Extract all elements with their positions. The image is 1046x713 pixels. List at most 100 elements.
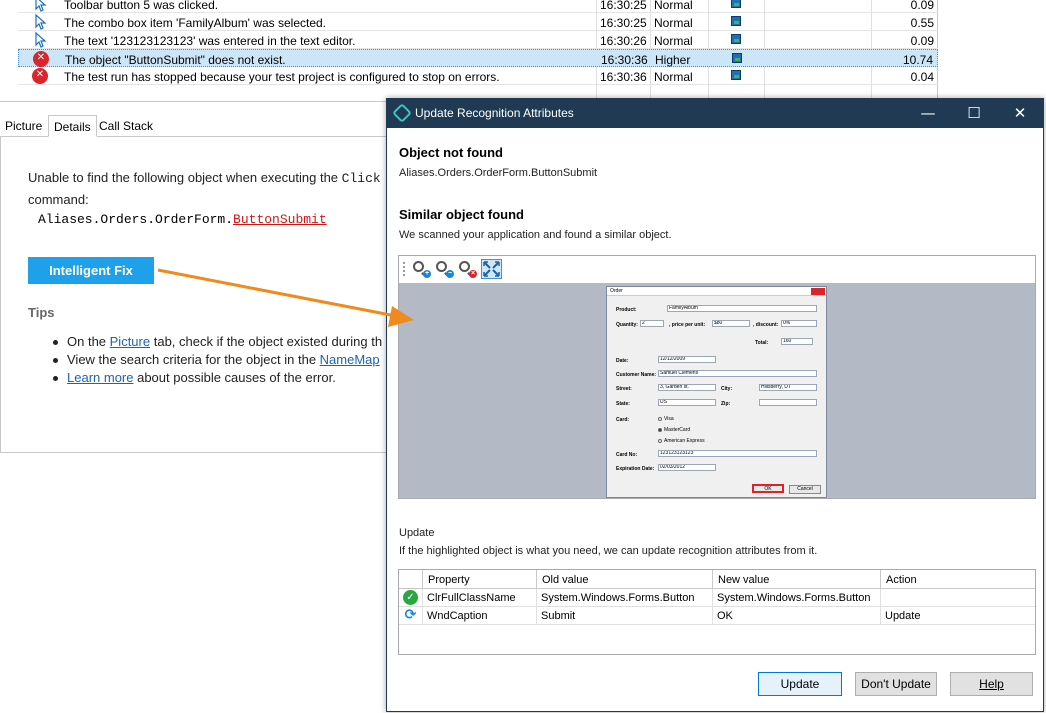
- toolbar-grip: [403, 262, 405, 276]
- order-form-titlebar: Order: [607, 287, 826, 296]
- street-field: 3, Garden st.: [658, 384, 716, 391]
- table-row[interactable]: ⟳ WndCaption Submit OK Update: [399, 607, 1035, 625]
- total-label: Total:: [755, 340, 769, 346]
- log-duration: 0.09: [910, 34, 934, 48]
- preview-canvas: Order Product: FamilyAlbum Quantity: 2 ,…: [399, 283, 1035, 498]
- tab-call-stack[interactable]: Call Stack: [94, 115, 158, 137]
- cell-action[interactable]: Update: [880, 607, 1035, 625]
- similar-heading: Similar object found: [399, 207, 524, 222]
- cell-action[interactable]: [880, 589, 1035, 607]
- state-field: US: [658, 399, 716, 406]
- object-preview: + − × Order Product: FamilyAlbum Quantit…: [398, 255, 1036, 499]
- log-row[interactable]: Toolbar button 5 was clicked. 16:30:25 N…: [18, 0, 938, 13]
- intelligent-fix-button[interactable]: Intelligent Fix: [28, 257, 154, 284]
- log-row-selected[interactable]: ✕ The object "ButtonSubmit" does not exi…: [18, 49, 938, 67]
- close-button[interactable]: ✕: [997, 99, 1043, 128]
- column-property[interactable]: Property: [422, 570, 536, 589]
- cardno-field: 123123123123: [658, 450, 817, 457]
- log-priority: Normal: [654, 0, 693, 12]
- log-row[interactable]: ✕ The test run has stopped because your …: [18, 67, 938, 85]
- log-duration: 10.74: [902, 53, 933, 67]
- product-label: Product:: [616, 307, 637, 313]
- sync-icon: ⟳: [404, 607, 417, 623]
- card-label: Card:: [616, 417, 630, 423]
- customer-field: Samuel Clemens: [658, 370, 817, 377]
- date-field: 12/12/2009: [658, 356, 716, 363]
- picture-icon[interactable]: [731, 70, 741, 80]
- log-duration: 0.55: [910, 16, 934, 30]
- tab-picture[interactable]: Picture: [0, 115, 47, 137]
- price-field: $80: [712, 320, 750, 327]
- zoom-in-icon[interactable]: +: [412, 260, 431, 278]
- cell-old-value: System.Windows.Forms.Button: [536, 589, 712, 607]
- dialog-titlebar[interactable]: Update Recognition Attributes — ☐ ✕: [387, 99, 1043, 128]
- dialog-title: Update Recognition Attributes: [415, 106, 574, 120]
- namemap-link[interactable]: NameMap: [320, 352, 380, 367]
- column-action[interactable]: Action: [880, 570, 1035, 589]
- zoom-out-icon[interactable]: −: [435, 260, 454, 278]
- test-log-panel: Toolbar button 5 was clicked. 16:30:25 N…: [0, 0, 938, 102]
- column-new-value[interactable]: New value: [712, 570, 880, 589]
- log-message: Toolbar button 5 was clicked.: [64, 0, 219, 12]
- log-time: 16:30:25: [600, 16, 647, 30]
- highlighted-ok-button: OK: [752, 484, 784, 493]
- picture-icon[interactable]: [731, 16, 741, 26]
- zip-label: Zip:: [721, 401, 731, 407]
- maximize-button[interactable]: ☐: [951, 99, 997, 128]
- minimize-button[interactable]: —: [905, 99, 951, 128]
- tip-item: Learn more about possible causes of the …: [53, 369, 382, 387]
- log-message: The combo box item 'FamilyAlbum' was sel…: [64, 16, 327, 30]
- tip-item: View the search criteria for the object …: [53, 351, 382, 369]
- cancel-button-preview: Cancel: [789, 485, 821, 494]
- update-recognition-dialog: Update Recognition Attributes — ☐ ✕ Obje…: [386, 98, 1044, 712]
- table-row[interactable]: ✓ ClrFullClassName System.Windows.Forms.…: [399, 589, 1035, 607]
- column-old-value[interactable]: Old value: [536, 570, 712, 589]
- log-time: 16:30:36: [601, 53, 648, 67]
- product-combo: FamilyAlbum: [667, 305, 817, 312]
- command-name: Click: [341, 171, 381, 186]
- check-icon: ✓: [403, 590, 418, 605]
- log-row[interactable]: The text '123123123123' was entered in t…: [18, 31, 938, 49]
- log-message: The test run has stopped because your te…: [64, 70, 500, 84]
- discount-field: 0%: [781, 320, 817, 327]
- tab-details[interactable]: Details: [48, 115, 97, 137]
- picture-link[interactable]: Picture: [110, 334, 150, 349]
- customer-label: Customer Name:: [616, 372, 657, 378]
- similar-description: We scanned your application and found a …: [399, 229, 672, 241]
- error-description: Unable to find the following object when…: [28, 167, 398, 210]
- picture-icon[interactable]: [731, 34, 741, 44]
- city-label: City:: [721, 386, 733, 392]
- not-found-path: Aliases.Orders.OrderForm.ButtonSubmit: [399, 167, 598, 179]
- learn-more-link[interactable]: Learn more: [67, 370, 133, 385]
- card-option: American Express: [658, 438, 705, 444]
- expiration-label: Expiration Date:: [616, 466, 655, 472]
- picture-icon[interactable]: [732, 53, 742, 63]
- tips-title: Tips: [28, 305, 55, 320]
- date-label: Date:: [616, 358, 629, 364]
- update-button[interactable]: Update: [758, 672, 842, 696]
- zoom-reset-icon[interactable]: ×: [458, 260, 477, 278]
- log-time: 16:30:25: [600, 0, 647, 12]
- not-found-heading: Object not found: [399, 145, 503, 160]
- update-label: Update: [399, 527, 435, 539]
- log-row[interactable]: The combo box item 'FamilyAlbum' was sel…: [18, 13, 938, 31]
- picture-icon[interactable]: [731, 0, 741, 8]
- preview-toolbar: + − ×: [399, 256, 1035, 282]
- cell-property: WndCaption: [422, 607, 536, 625]
- object-path-prefix: Aliases.Orders.OrderForm.: [38, 212, 234, 227]
- cell-property: ClrFullClassName: [422, 589, 536, 607]
- dont-update-button[interactable]: Don't Update: [855, 672, 937, 696]
- grid-header: Property Old value New value Action: [399, 570, 1035, 589]
- quantity-label: Quantity:: [616, 322, 638, 328]
- fit-to-window-icon[interactable]: [481, 259, 502, 279]
- log-message: The text '123123123123' was entered in t…: [64, 34, 356, 48]
- discount-label: , discount:: [753, 322, 779, 328]
- log-message: The object "ButtonSubmit" does not exist…: [65, 53, 286, 67]
- tips-list: On the Picture tab, check if the object …: [53, 333, 382, 387]
- cursor-icon: [35, 14, 47, 30]
- cell-old-value: Submit: [536, 607, 712, 625]
- object-path-missing: ButtonSubmit: [233, 212, 327, 227]
- close-icon: [811, 288, 825, 295]
- help-button[interactable]: Help: [950, 672, 1033, 696]
- error-icon: ✕: [33, 51, 49, 67]
